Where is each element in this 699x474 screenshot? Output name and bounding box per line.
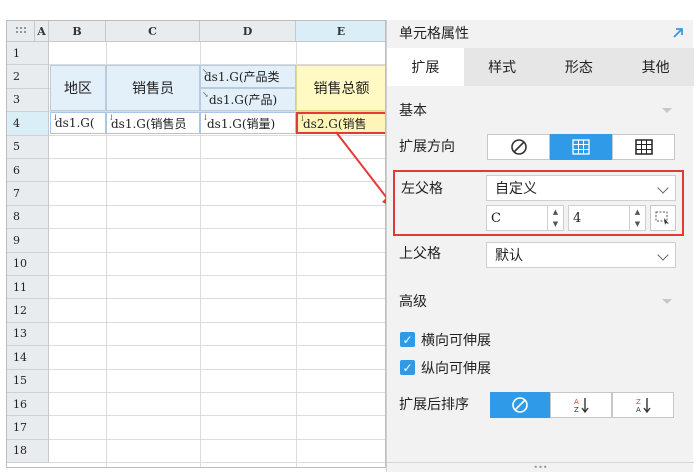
property-tabs: 扩展 样式 形态 其他 <box>387 48 694 86</box>
total-sales-header-cell[interactable]: 销售总额 <box>296 65 385 111</box>
row-header-2[interactable]: 2 <box>7 65 49 89</box>
column-header-c[interactable]: C <box>106 21 200 42</box>
spin-down-icon[interactable]: ▼ <box>630 218 645 230</box>
resize-handle[interactable]: ••• <box>387 462 694 472</box>
column-header-d[interactable]: D <box>200 21 296 42</box>
row-header-14[interactable]: 14 <box>7 346 49 370</box>
product-category-header-cell[interactable]: ↘ ds1.G(产品类 <box>200 65 296 88</box>
expand-down-icon: ↓ <box>52 113 59 122</box>
left-parent-column-input[interactable]: C ▲ ▼ <box>486 205 564 231</box>
spinner-buttons[interactable]: ▲ ▼ <box>629 206 645 230</box>
row-header-5[interactable]: 5 <box>7 135 49 159</box>
basic-section-header[interactable]: 基本 <box>387 94 694 126</box>
horizontal-expandable-checkbox[interactable]: ✓ <box>400 332 415 347</box>
collapse-caret-icon <box>662 108 672 113</box>
left-parent-value: 自定义 <box>495 181 537 197</box>
left-parent-label: 左父格 <box>401 181 443 197</box>
row-header-15[interactable]: 15 <box>7 369 49 393</box>
spinner-buttons[interactable]: ▲ ▼ <box>547 206 563 230</box>
svg-text:Z: Z <box>574 406 579 414</box>
vertical-expand-icon[interactable] <box>550 134 612 160</box>
cell-b4[interactable]: ↓ ds1.G( <box>50 112 106 134</box>
tab-style[interactable]: 样式 <box>464 48 541 86</box>
column-header-e[interactable]: E <box>296 21 385 42</box>
sort-after-expand-label: 扩展后排序 <box>399 397 469 413</box>
advanced-section-header[interactable]: 高级 <box>387 285 694 317</box>
basic-section-label: 基本 <box>399 103 427 119</box>
chevron-down-icon <box>657 182 669 194</box>
select-cell-icon[interactable] <box>650 205 676 231</box>
vertical-expandable-label: 纵向可伸展 <box>421 361 491 377</box>
row-header-7[interactable]: 7 <box>7 182 49 206</box>
tab-expand[interactable]: 扩展 <box>387 48 464 86</box>
chevron-down-icon <box>657 249 669 261</box>
left-parent-column-value: C <box>491 210 501 226</box>
expand-arrow-icon: ↘ <box>202 90 209 99</box>
tab-form[interactable]: 形态 <box>541 48 618 86</box>
expand-direction-label: 扩展方向 <box>399 139 455 155</box>
left-parent-dropdown[interactable]: 自定义 <box>486 175 676 201</box>
row-header-13[interactable]: 13 <box>7 322 49 347</box>
row-header-12[interactable]: 12 <box>7 299 49 323</box>
row-header-6[interactable]: 6 <box>7 159 49 183</box>
advanced-section-label: 高级 <box>399 294 427 310</box>
grid-dots-icon[interactable] <box>7 21 35 42</box>
row-header-9[interactable]: 9 <box>7 229 49 253</box>
no-sort-icon[interactable] <box>490 392 550 418</box>
salesperson-header-cell[interactable]: 销售员 <box>106 65 200 111</box>
vertical-expandable-checkbox[interactable]: ✓ <box>400 360 415 375</box>
expand-down-icon: ↓ <box>202 113 209 122</box>
cell-c4-text: ds1.G(销售员 <box>111 116 187 131</box>
top-parent-dropdown[interactable]: 默认 <box>486 242 676 268</box>
cell-d4-text: ds1.G(销量) <box>207 116 276 131</box>
cell-d4[interactable]: ↓ ds1.G(销量) <box>200 112 296 134</box>
column-header-a[interactable]: A <box>35 21 49 42</box>
spin-up-icon[interactable]: ▲ <box>548 206 563 218</box>
cell-properties-panel: 单元格属性 扩展 样式 形态 其他 基本 扩展方向 左父格 自定义 C ▲ ▼ 4… <box>386 20 694 472</box>
row-header-18[interactable]: 18 <box>7 439 49 464</box>
row-header-8[interactable]: 8 <box>7 205 49 230</box>
region-header-cell[interactable]: 地区 <box>50 65 106 111</box>
row-header-3[interactable]: 3 <box>7 88 49 113</box>
row-header-4[interactable]: 4 <box>7 112 49 136</box>
row-header-10[interactable]: 10 <box>7 252 49 276</box>
spreadsheet-grid[interactable]: A B C D E 1 2 3 4 5 6 7 8 9 10 11 12 13 14 15 16 17 18 地区… <box>6 20 386 468</box>
expand-arrow-icon: ↘ <box>202 67 209 76</box>
panel-title: 单元格属性 <box>399 26 469 42</box>
sort-ascending-icon[interactable]: AZ <box>550 392 612 418</box>
cell-b4-text: ds1.G( <box>55 116 95 130</box>
product-text: ds1.G(产品) <box>209 93 278 107</box>
expand-arrow-icon[interactable] <box>671 26 685 40</box>
row-header-16[interactable]: 16 <box>7 393 49 417</box>
column-header-b[interactable]: B <box>49 21 106 42</box>
row-header-1[interactable]: 1 <box>7 42 49 66</box>
drag-dots-icon: ••• <box>533 462 548 472</box>
spin-down-icon[interactable]: ▼ <box>548 218 563 230</box>
expand-down-icon: ↓ <box>299 114 306 123</box>
product-header-cell[interactable]: ↘ ds1.G(产品) <box>200 88 296 111</box>
left-parent-row-input[interactable]: 4 ▲ ▼ <box>568 205 646 231</box>
svg-text:Z: Z <box>636 398 641 406</box>
horizontal-expand-icon[interactable] <box>612 134 675 160</box>
horizontal-expandable-label: 横向可伸展 <box>421 333 491 349</box>
spin-up-icon[interactable]: ▲ <box>630 206 645 218</box>
left-parent-row-value: 4 <box>573 210 582 226</box>
svg-text:A: A <box>574 398 579 406</box>
row-header-11[interactable]: 11 <box>7 276 49 300</box>
product-category-text: ds1.G(产品类 <box>204 70 280 84</box>
expand-down-icon: ↓ <box>108 113 115 122</box>
sort-descending-icon[interactable]: ZA <box>612 392 674 418</box>
cell-c4[interactable]: ↓ ds1.G(销售员 <box>106 112 200 134</box>
top-parent-label: 上父格 <box>399 246 441 262</box>
tab-other[interactable]: 其他 <box>617 48 694 86</box>
svg-text:A: A <box>636 406 641 414</box>
no-expand-icon[interactable] <box>487 134 550 160</box>
row-header-17[interactable]: 17 <box>7 416 49 440</box>
collapse-caret-icon <box>662 299 672 304</box>
top-parent-value: 默认 <box>495 248 523 264</box>
